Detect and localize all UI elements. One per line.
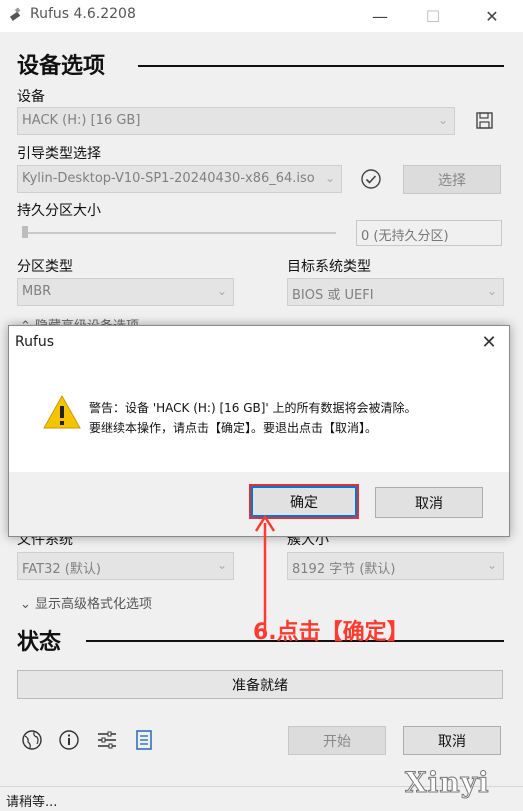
chevron-down-icon: ⌄ [324, 171, 335, 185]
device-value: HACK (H:) [16 GB] [22, 113, 141, 128]
watermark: Xinyi [405, 766, 490, 800]
filesystem-select[interactable]: FAT32 (默认) ⌄ [17, 552, 234, 580]
window-title: Rufus 4.6.2208 [30, 6, 136, 22]
boot-type-select[interactable]: Kylin-Desktop-V10-SP1-20240430-x86_64.is… [17, 165, 342, 193]
chevron-down-icon: ⌄ [216, 558, 227, 572]
info-icon[interactable] [57, 728, 81, 752]
status-header: 状态 [17, 630, 62, 655]
boot-type-value: Kylin-Desktop-V10-SP1-20240430-x86_64.is… [22, 171, 315, 186]
settings-sliders-icon[interactable] [95, 728, 119, 752]
step-annotation: 6.点击【确定】 [253, 620, 409, 645]
chevron-down-icon: ⌄ [486, 558, 497, 572]
dialog-ok-button[interactable]: 确定 [251, 486, 357, 517]
advanced-format-label: 显示高级格式化选项 [35, 597, 153, 612]
target-system-value: BIOS 或 UEFI [292, 288, 374, 303]
warning-dialog: Rufus ✕ 警告：设备 'HACK (H:) [16 GB]' 上的所有数据… [8, 325, 510, 537]
dialog-cancel-button[interactable]: 取消 [375, 487, 483, 518]
globe-icon[interactable] [20, 728, 44, 752]
section-divider [138, 65, 504, 67]
chevron-down-icon: ⌄ [437, 113, 448, 127]
persistent-size-field[interactable]: 0 (无持久分区) [356, 220, 502, 246]
dialog-message-line1: 警告：设备 'HACK (H:) [16 GB]' 上的所有数据将会被清除。 [89, 401, 417, 415]
partition-scheme-value: MBR [22, 284, 52, 299]
partition-scheme-select[interactable]: MBR ⌄ [17, 278, 234, 306]
boot-type-label: 引导类型选择 [17, 146, 101, 162]
cancel-button[interactable]: 取消 [403, 726, 501, 755]
maximize-button[interactable]: ☐ [410, 0, 456, 32]
device-select[interactable]: HACK (H:) [16 GB] ⌄ [17, 107, 455, 135]
chevron-down-icon: ⌄ [216, 284, 227, 298]
warning-icon [43, 394, 81, 429]
status-text: 请稍等... [6, 795, 58, 810]
rufus-usb-icon [9, 7, 21, 21]
minimize-button[interactable]: — [357, 0, 403, 32]
check-icon[interactable] [360, 168, 382, 190]
dialog-title: Rufus [15, 334, 55, 350]
start-button[interactable]: 开始 [288, 726, 386, 755]
select-image-button[interactable]: 选择 [403, 165, 501, 194]
title-bar: Rufus 4.6.2208 — ☐ ✕ [0, 0, 523, 32]
cluster-size-value: 8192 字节 (默认) [292, 562, 396, 577]
close-window-button[interactable]: ✕ [469, 0, 515, 32]
dialog-message-line2: 要继续本操作，请点击【确定】。要退出点击【取消】。 [89, 421, 378, 435]
persistent-size-slider[interactable] [22, 232, 336, 234]
dialog-message: 警告：设备 'HACK (H:) [16 GB]' 上的所有数据将会被清除。 要… [89, 398, 499, 438]
partition-scheme-label: 分区类型 [17, 259, 73, 275]
filesystem-value: FAT32 (默认) [22, 562, 101, 577]
persistent-size-label: 持久分区大小 [17, 203, 101, 219]
advanced-format-toggle[interactable]: ⌄ 显示高级格式化选项 [20, 593, 152, 612]
target-system-label: 目标系统类型 [287, 259, 371, 275]
chevron-down-icon: ⌄ [486, 284, 497, 298]
chevron-down-icon: ⌄ [20, 597, 31, 612]
device-options-header: 设备选项 [17, 54, 106, 79]
cluster-size-select[interactable]: 8192 字节 (默认) ⌄ [287, 552, 504, 580]
slider-thumb[interactable] [22, 226, 28, 238]
save-icon[interactable] [475, 111, 495, 131]
log-icon[interactable] [132, 728, 156, 752]
target-system-select[interactable]: BIOS 或 UEFI ⌄ [287, 278, 504, 306]
dialog-close-button[interactable]: ✕ [475, 330, 503, 354]
progress-bar: 准备就绪 [17, 670, 503, 699]
device-label: 设备 [17, 89, 45, 105]
